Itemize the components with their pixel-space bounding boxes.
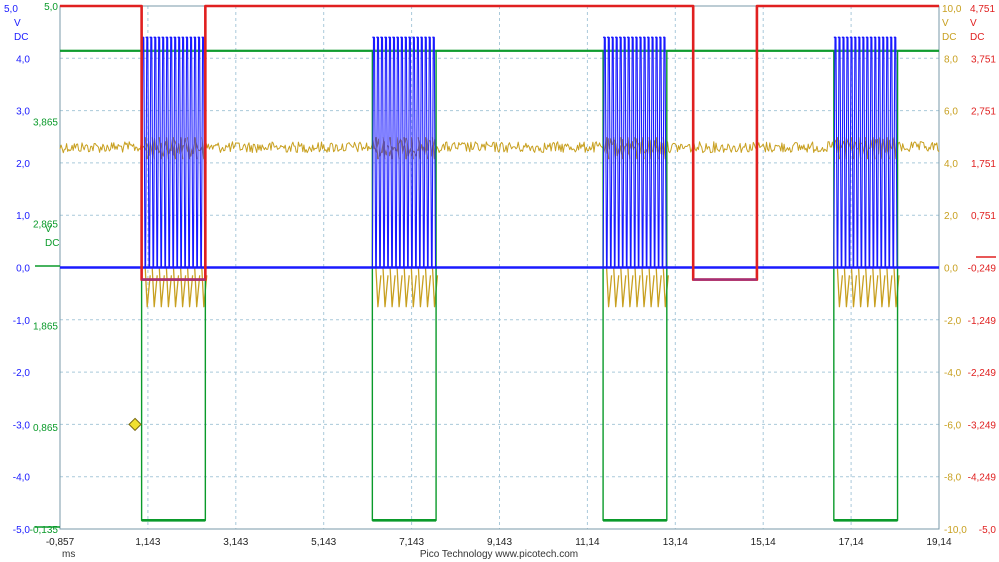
gold-axis-tick: -4,0 (944, 368, 962, 379)
red-axis-tick: -1,249 (968, 316, 997, 327)
blue-axis-top-label: 5,0 (4, 4, 18, 15)
gold-axis-tick: -2,0 (944, 316, 962, 327)
blue-axis-tick: 4,0 (16, 54, 30, 65)
scope-plot: 5,0 V DC 4,0 3,0 2,0 1,0 0,0 -1,0 -2,0 -3,0 -4,0 -5,… (4, 2, 996, 560)
red-axis-tick: -0,249 (968, 264, 997, 275)
gold-axis-tick: 2,0 (944, 211, 958, 222)
right-axes: 10,0 V DC 8,0 6,0 4,0 2,0 0,0 -2,0 -4,0 -6,0 -8,0 -1… (942, 4, 996, 536)
x-tick-label: 15,14 (751, 537, 776, 548)
red-axis-tick: -3,249 (968, 420, 997, 431)
green-axis-tick: 0,865 (33, 423, 58, 434)
green-axis-tick: -0,135 (30, 525, 59, 536)
red-axis-tick: 2,751 (971, 107, 996, 118)
red-axis-tick: 1,751 (971, 159, 996, 170)
blue-axis-tick: -3,0 (13, 420, 31, 431)
gold-axis-tick: 0,0 (944, 264, 958, 275)
gold-axis-tick: -8,0 (944, 473, 962, 484)
blue-axis-tick: -5,0 (13, 525, 31, 536)
green-axis-tick: 5,0 (44, 2, 58, 13)
blue-axis-tick: 1,0 (16, 211, 30, 222)
gold-axis-tick: 8,0 (944, 54, 958, 65)
x-tick-label: 3,143 (223, 537, 248, 548)
red-axis-coupling: DC (970, 32, 984, 43)
x-tick-label: 1,143 (135, 537, 160, 548)
x-tick-label: 13,14 (663, 537, 688, 548)
x-axis: -0,857 1,143 3,143 5,143 7,143 9,143 11,14 13,1… (46, 537, 952, 548)
x-tick-label: 7,143 (399, 537, 424, 548)
green-axis-tick: 3,865 (33, 118, 58, 129)
blue-axis-tick: -1,0 (13, 316, 31, 327)
x-tick-label: 11,14 (575, 537, 600, 548)
gold-axis-tick: 4,0 (944, 159, 958, 170)
gold-axis-tick: -10,0 (944, 525, 967, 536)
blue-axis-unit: V (14, 18, 21, 29)
gold-axis-tick: -6,0 (944, 420, 962, 431)
x-tick-label: -0,857 (46, 537, 75, 548)
blue-axis-tick: -4,0 (13, 473, 31, 484)
x-tick-label: 19,14 (926, 537, 951, 548)
gold-axis-coupling: DC (942, 32, 956, 43)
red-axis-tick: 0,751 (971, 211, 996, 222)
x-tick-label: 9,143 (487, 537, 512, 548)
blue-axis-tick: 0,0 (16, 264, 30, 275)
red-axis-tick: 3,751 (971, 54, 996, 65)
gold-axis-top-label: 10,0 (942, 4, 962, 15)
red-axis-tick: -5,0 (979, 525, 997, 536)
blue-axis-tick: -2,0 (13, 368, 31, 379)
blue-axis-tick: 2,0 (16, 159, 30, 170)
gold-axis-unit: V (942, 18, 949, 29)
gold-axis-tick: 6,0 (944, 107, 958, 118)
blue-axis-coupling: DC (14, 32, 28, 43)
red-axis-tick: -2,249 (968, 368, 997, 379)
red-axis-tick: -4,249 (968, 473, 997, 484)
x-tick-label: 5,143 (311, 537, 336, 548)
blue-axis-tick: 3,0 (16, 107, 30, 118)
footer-text: Pico Technology www.picotech.com (420, 549, 578, 560)
x-unit-label: ms (62, 549, 75, 560)
green-axis-tick: 2,865 (33, 219, 58, 230)
left-axes: 5,0 V DC 4,0 3,0 2,0 1,0 0,0 -1,0 -2,0 -3,0 -4,0 -5,… (4, 2, 59, 536)
green-axis-tick: 1,865 (33, 321, 58, 332)
green-axis-coupling: DC (45, 238, 59, 249)
x-tick-label: 17,14 (839, 537, 864, 548)
red-axis-unit: V (970, 18, 977, 29)
red-axis-top-label: 4,751 (970, 4, 995, 15)
